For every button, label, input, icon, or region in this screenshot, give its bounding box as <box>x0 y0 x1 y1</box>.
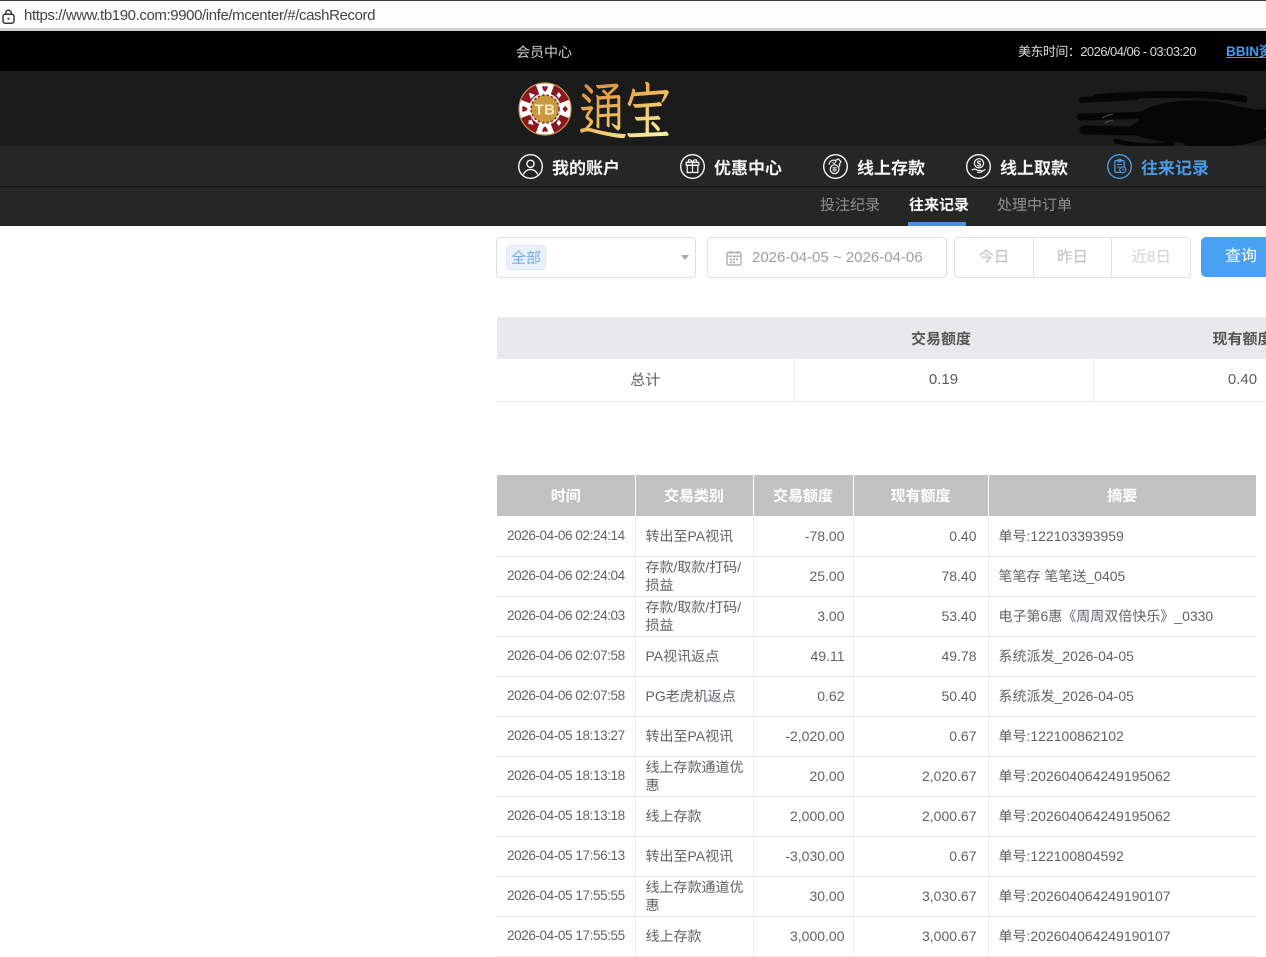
svg-text:$: $ <box>977 159 982 168</box>
svg-text:TB: TB <box>535 101 556 118</box>
